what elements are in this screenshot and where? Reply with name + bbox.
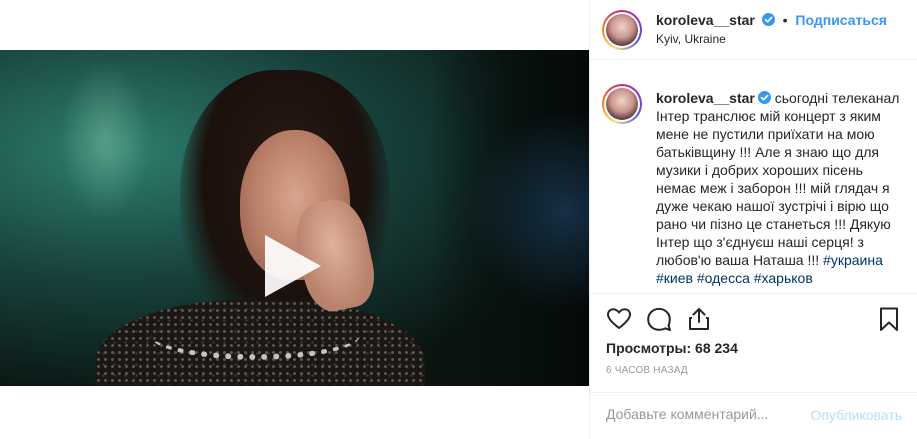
stage-light	[60, 60, 150, 220]
comment-input[interactable]	[606, 406, 806, 422]
comment-icon[interactable]	[646, 306, 672, 332]
header-user-line: koroleva__star • Подписаться	[656, 12, 887, 28]
verified-badge-icon	[757, 91, 771, 104]
media-top-spacer	[0, 0, 589, 50]
post-caption: koroleva__star сьогодні телеканал Інтер …	[656, 89, 906, 287]
post-side-panel: koroleva__star • Подписаться Kyiv, Ukrai…	[589, 0, 917, 439]
hashtag-link[interactable]: #одесса	[697, 270, 750, 286]
hashtag-link[interactable]: #киев	[656, 270, 693, 286]
follow-button[interactable]: Подписаться	[795, 12, 887, 28]
post-timestamp[interactable]: 6 часов назад	[606, 365, 688, 376]
video-player[interactable]	[0, 50, 589, 386]
username-link[interactable]: koroleva__star	[656, 12, 755, 28]
instagram-post-modal: koroleva__star • Подписаться Kyiv, Ukrai…	[0, 0, 917, 439]
post-media-area	[0, 0, 589, 439]
heart-icon[interactable]	[606, 306, 632, 332]
comment-form: Опубликовать	[590, 392, 917, 439]
hashtag-link[interactable]: #харьков	[754, 270, 813, 286]
performer-necklace	[150, 310, 360, 360]
avatar[interactable]	[602, 10, 642, 50]
caption-avatar[interactable]	[602, 84, 642, 124]
views-count[interactable]: Просмотры: 68 234	[606, 340, 738, 356]
post-header: koroleva__star • Подписаться Kyiv, Ukrai…	[590, 0, 917, 60]
stage-glow	[469, 110, 589, 310]
caption-text: сьогодні телеканал Інтер транслює мій ко…	[656, 90, 904, 268]
hashtag-link[interactable]: #украина	[823, 252, 883, 268]
location-link[interactable]: Kyiv, Ukraine	[656, 32, 726, 46]
publish-button[interactable]: Опубликовать	[810, 407, 902, 423]
verified-badge-icon	[761, 13, 775, 26]
bookmark-icon[interactable]	[876, 306, 902, 332]
share-icon[interactable]	[686, 306, 712, 332]
separator-dot: •	[782, 12, 788, 28]
action-bar	[590, 293, 917, 343]
caption-username-link[interactable]: koroleva__star	[656, 90, 755, 106]
play-icon[interactable]	[265, 235, 321, 297]
